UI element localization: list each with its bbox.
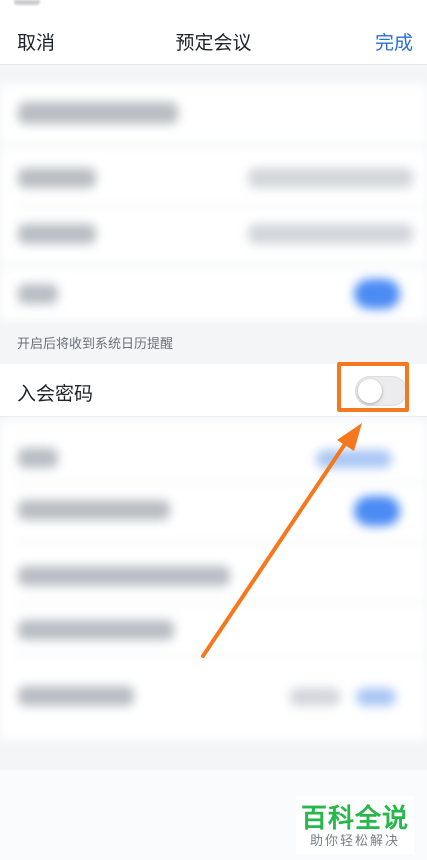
- blurred-value: [316, 450, 392, 468]
- calendar-reminder-row[interactable]: [0, 268, 427, 320]
- watermark-logo: 百科全说 助你轻松解决: [296, 796, 414, 854]
- blurred-text: [290, 688, 340, 706]
- blurred-toggle[interactable]: [354, 496, 400, 526]
- navigation-bar: 取消 预定会议 完成: [0, 12, 427, 65]
- blurred-text: [248, 168, 413, 188]
- done-button[interactable]: 完成: [375, 28, 413, 55]
- blurred-text: [248, 224, 413, 244]
- blurred-value: [356, 688, 396, 706]
- blurred-text: [18, 500, 170, 520]
- divider: [16, 656, 427, 657]
- reminder-hint-text: 开启后将收到系统日历提醒: [17, 336, 174, 351]
- blurred-text: [18, 566, 230, 586]
- status-bar-blurred-text: [14, 0, 40, 5]
- blurred-settings-top: [0, 72, 427, 324]
- blurred-text: [18, 620, 174, 640]
- blurred-text: [18, 102, 178, 124]
- divider: [16, 602, 427, 603]
- blurred-text: [18, 448, 58, 468]
- reminder-toggle[interactable]: [354, 279, 400, 309]
- status-bar-remnant: [0, 0, 427, 12]
- page-title: 预定会议: [175, 33, 252, 54]
- advanced-settings-card: [0, 420, 427, 740]
- divider: [16, 542, 427, 543]
- blurred-text: [18, 168, 96, 188]
- watermark-subtitle: 助你轻松解决: [309, 833, 400, 848]
- meeting-password-label: 入会密码: [17, 384, 94, 405]
- blurred-text: [18, 686, 134, 706]
- meeting-time-card: [0, 148, 427, 264]
- blurred-settings-bottom: [0, 420, 427, 765]
- highlight-box: [337, 362, 409, 412]
- blurred-text: [18, 284, 58, 304]
- meeting-topic-row[interactable]: [0, 84, 427, 144]
- blurred-text: [18, 224, 96, 244]
- divider: [16, 206, 427, 207]
- divider: [16, 482, 427, 483]
